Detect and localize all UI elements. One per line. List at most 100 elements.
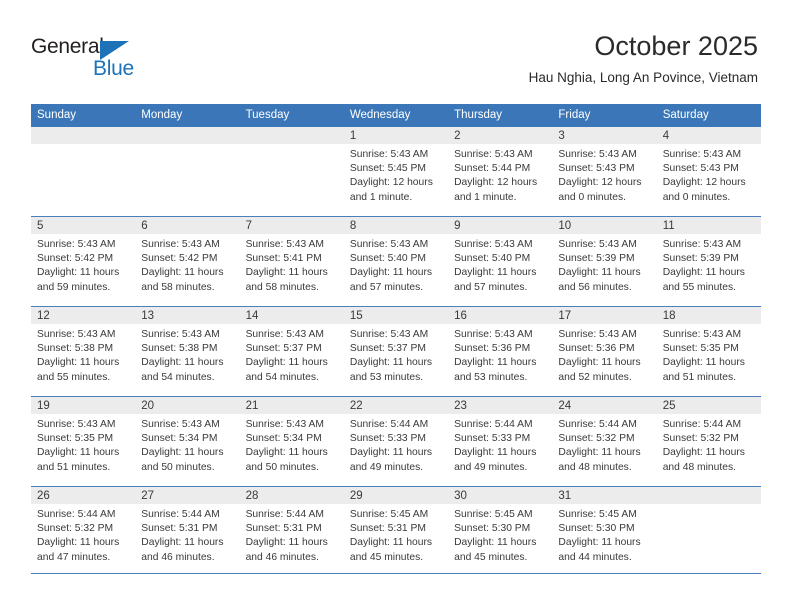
calendar-day-cell[interactable]: 24 Sunrise: 5:44 AM Sunset: 5:32 PM Dayligh…	[552, 397, 657, 486]
calendar-day-cell[interactable]: 10 Sunrise: 5:43 AM Sunset: 5:39 PM Dayligh…	[552, 217, 657, 306]
day-daylight2-text: and 0 minutes.	[558, 191, 626, 203]
calendar-day-cell[interactable]: 1 Sunrise: 5:43 AM Sunset: 5:45 PM Daylight…	[343, 127, 449, 216]
day-sunset-text: Sunset: 5:39 PM	[558, 253, 635, 265]
calendar-day-cell-empty	[239, 127, 344, 216]
calendar-day-cell[interactable]: 19 Sunrise: 5:43 AM Sunset: 5:35 PM Dayligh…	[31, 397, 136, 486]
day-sun-info	[240, 144, 344, 148]
calendar-day-cell[interactable]: 2 Sunrise: 5:43 AM Sunset: 5:44 PM Daylight…	[448, 127, 553, 216]
calendar-day-cell[interactable]: 29 Sunrise: 5:45 AM Sunset: 5:31 PM Dayligh…	[343, 487, 449, 576]
day-sunrise-text: Sunrise: 5:43 AM	[454, 149, 533, 160]
weekday-sunday: Sunday	[37, 109, 77, 121]
day-sunrise-text: Sunrise: 5:44 AM	[558, 419, 637, 430]
calendar-day-cell[interactable]: 4 Sunrise: 5:43 AM Sunset: 5:43 PM Daylight…	[656, 127, 761, 216]
calendar-day-cell[interactable]: 13 Sunrise: 5:43 AM Sunset: 5:38 PM Dayligh…	[135, 307, 240, 396]
day-number: 20	[135, 397, 240, 414]
day-daylight-text: Daylight: 11 hours	[349, 447, 433, 459]
weekday-tuesday: Tuesday	[245, 109, 290, 121]
day-daylight2-text: and 0 minutes.	[662, 191, 731, 203]
day-sunrise-text: Sunrise: 5:43 AM	[558, 239, 637, 250]
day-daylight-text: Daylight: 12 hours	[558, 177, 642, 189]
calendar-day-cell[interactable]: 15 Sunrise: 5:43 AM Sunset: 5:37 PM Dayligh…	[343, 307, 449, 396]
calendar-day-cell[interactable]: 7 Sunrise: 5:43 AM Sunset: 5:41 PM Daylight…	[239, 217, 344, 306]
calendar-day-cell-empty	[31, 127, 136, 216]
day-sun-info: Sunrise: 5:44 AM Sunset: 5:31 PM Daylight:…	[135, 504, 239, 565]
day-number: 17	[552, 307, 657, 324]
day-number	[135, 127, 240, 144]
day-sun-info	[657, 504, 761, 508]
day-number: 5	[31, 217, 136, 234]
calendar-day-cell[interactable]: 5 Sunrise: 5:43 AM Sunset: 5:42 PM Daylight…	[31, 217, 136, 306]
day-daylight-text: Daylight: 11 hours	[245, 447, 328, 459]
calendar-day-cell[interactable]: 11 Sunrise: 5:43 AM Sunset: 5:39 PM Dayligh…	[656, 217, 761, 306]
day-number: 4	[656, 127, 761, 144]
day-sunset-text: Sunset: 5:31 PM	[349, 523, 426, 535]
day-daylight2-text: and 49 minutes.	[349, 461, 424, 473]
calendar-day-cell[interactable]: 23 Sunrise: 5:44 AM Sunset: 5:33 PM Dayligh…	[448, 397, 553, 486]
calendar-day-cell[interactable]: 6 Sunrise: 5:43 AM Sunset: 5:42 PM Daylight…	[135, 217, 240, 306]
calendar-day-cell[interactable]: 14 Sunrise: 5:43 AM Sunset: 5:37 PM Dayligh…	[239, 307, 344, 396]
day-sun-info: Sunrise: 5:45 AM Sunset: 5:31 PM Daylight:…	[344, 504, 448, 565]
calendar-day-cell[interactable]: 3 Sunrise: 5:43 AM Sunset: 5:43 PM Daylight…	[552, 127, 657, 216]
day-daylight-text: Daylight: 11 hours	[454, 267, 537, 279]
calendar-day-cell[interactable]: 8 Sunrise: 5:43 AM Sunset: 5:40 PM Daylight…	[343, 217, 449, 306]
day-sunrise-text: Sunrise: 5:44 AM	[141, 509, 220, 520]
day-number: 23	[448, 397, 553, 414]
day-sun-info: Sunrise: 5:43 AM Sunset: 5:39 PM Daylight:…	[552, 234, 656, 295]
day-daylight-text: Daylight: 11 hours	[141, 267, 224, 279]
day-sunset-text: Sunset: 5:36 PM	[454, 343, 531, 355]
calendar-day-cell[interactable]: 21 Sunrise: 5:43 AM Sunset: 5:34 PM Dayligh…	[239, 397, 344, 486]
day-sunset-text: Sunset: 5:37 PM	[245, 343, 322, 355]
day-number: 19	[31, 397, 136, 414]
calendar-day-cell[interactable]: 30 Sunrise: 5:45 AM Sunset: 5:30 PM Dayligh…	[448, 487, 553, 576]
calendar-bottom-rule	[31, 573, 761, 574]
calendar-day-cell[interactable]: 20 Sunrise: 5:43 AM Sunset: 5:34 PM Dayligh…	[135, 397, 240, 486]
day-daylight2-text: and 48 minutes.	[558, 461, 632, 473]
day-daylight-text: Daylight: 11 hours	[454, 537, 537, 549]
day-daylight2-text: and 1 minute.	[454, 191, 517, 203]
calendar-day-cell[interactable]: 9 Sunrise: 5:43 AM Sunset: 5:40 PM Daylight…	[448, 217, 553, 306]
day-number: 6	[135, 217, 240, 234]
day-daylight-text: Daylight: 11 hours	[141, 357, 224, 369]
weekday-saturday: Saturday	[662, 109, 709, 121]
calendar-day-cell[interactable]: 17 Sunrise: 5:43 AM Sunset: 5:36 PM Dayligh…	[552, 307, 657, 396]
day-daylight2-text: and 55 minutes.	[37, 371, 111, 383]
day-sunrise-text: Sunrise: 5:44 AM	[454, 419, 533, 430]
calendar-day-cell[interactable]: 28 Sunrise: 5:44 AM Sunset: 5:31 PM Dayligh…	[239, 487, 344, 576]
day-sun-info: Sunrise: 5:43 AM Sunset: 5:35 PM Daylight:…	[657, 324, 761, 385]
day-daylight2-text: and 57 minutes.	[349, 281, 424, 293]
day-sunrise-text: Sunrise: 5:43 AM	[37, 329, 116, 340]
day-sunrise-text: Sunrise: 5:43 AM	[141, 419, 220, 430]
calendar-day-cell[interactable]: 12 Sunrise: 5:43 AM Sunset: 5:38 PM Dayligh…	[31, 307, 136, 396]
day-sunset-text: Sunset: 5:38 PM	[141, 343, 218, 355]
day-daylight-text: Daylight: 11 hours	[245, 267, 328, 279]
general-blue-logo[interactable]: General Blue	[31, 36, 151, 82]
calendar-day-cell[interactable]: 31 Sunrise: 5:45 AM Sunset: 5:30 PM Dayligh…	[552, 487, 657, 576]
day-sun-info	[135, 144, 239, 148]
day-sunrise-text: Sunrise: 5:44 AM	[245, 509, 324, 520]
weeks-container: 1 Sunrise: 5:43 AM Sunset: 5:45 PM Daylight…	[31, 127, 761, 576]
page-subtitle: Hau Nghia, Long An Povince, Vietnam	[528, 70, 758, 85]
day-sunrise-text: Sunrise: 5:44 AM	[349, 419, 429, 430]
day-number: 14	[239, 307, 344, 324]
calendar-day-cell[interactable]: 26 Sunrise: 5:44 AM Sunset: 5:32 PM Dayligh…	[31, 487, 136, 576]
day-daylight2-text: and 54 minutes.	[141, 371, 215, 383]
calendar-day-cell[interactable]: 16 Sunrise: 5:43 AM Sunset: 5:36 PM Dayligh…	[448, 307, 553, 396]
day-daylight2-text: and 53 minutes.	[349, 371, 424, 383]
day-sunset-text: Sunset: 5:33 PM	[349, 433, 426, 445]
day-sun-info: Sunrise: 5:43 AM Sunset: 5:35 PM Daylight:…	[31, 414, 135, 475]
calendar-day-cell[interactable]: 22 Sunrise: 5:44 AM Sunset: 5:33 PM Dayligh…	[343, 397, 449, 486]
calendar-day-cell[interactable]: 18 Sunrise: 5:43 AM Sunset: 5:35 PM Dayligh…	[656, 307, 761, 396]
calendar-day-cell[interactable]: 27 Sunrise: 5:44 AM Sunset: 5:31 PM Dayligh…	[135, 487, 240, 576]
calendar-grid: Sunday Monday Tuesday Wednesday Thursday…	[31, 104, 761, 576]
day-sunrise-text: Sunrise: 5:43 AM	[454, 329, 533, 340]
day-sunrise-text: Sunrise: 5:43 AM	[37, 419, 116, 430]
day-number: 25	[656, 397, 761, 414]
day-sunset-text: Sunset: 5:37 PM	[349, 343, 426, 355]
calendar-day-cell[interactable]: 25 Sunrise: 5:44 AM Sunset: 5:32 PM Dayligh…	[656, 397, 761, 486]
day-number: 2	[448, 127, 553, 144]
day-number: 26	[31, 487, 136, 504]
day-sun-info: Sunrise: 5:43 AM Sunset: 5:40 PM Daylight:…	[344, 234, 448, 295]
day-daylight2-text: and 55 minutes.	[662, 281, 736, 293]
day-daylight2-text: and 46 minutes.	[245, 551, 319, 563]
day-daylight2-text: and 48 minutes.	[662, 461, 736, 473]
